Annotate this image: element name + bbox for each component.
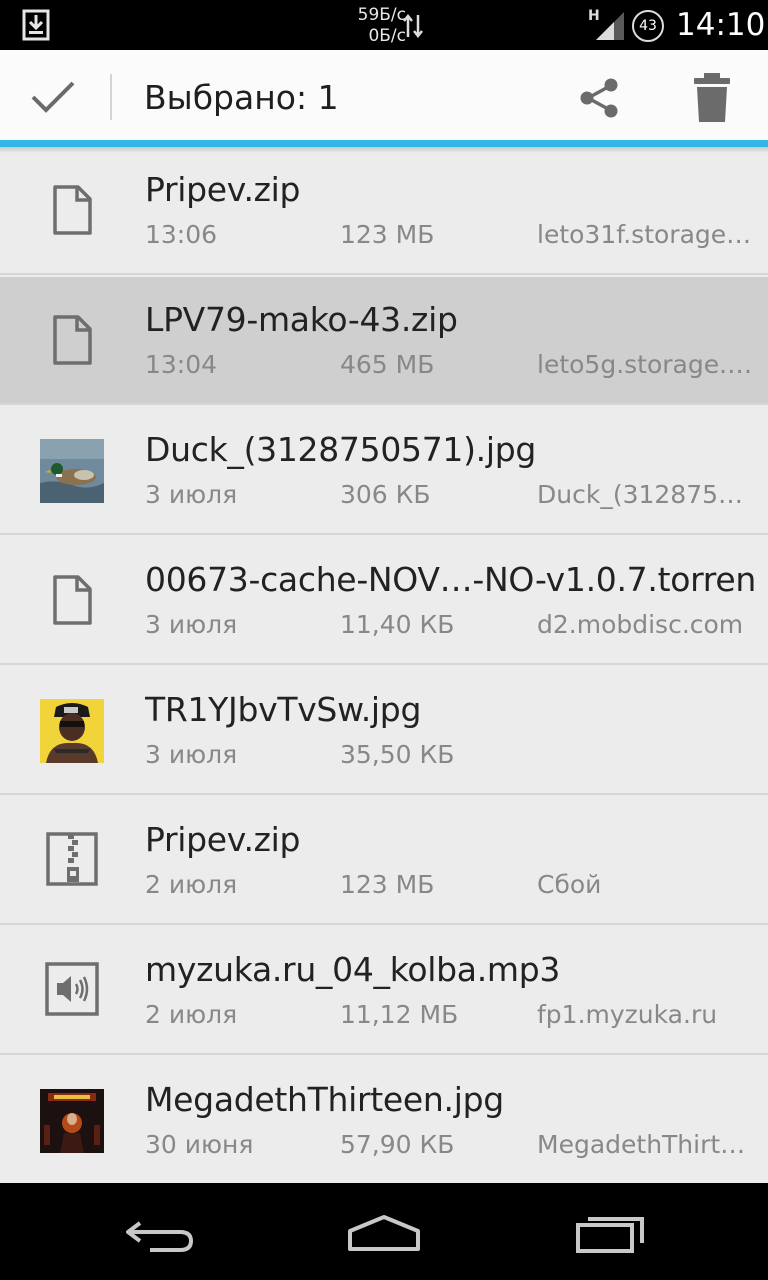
file-size: 11,40 КБ bbox=[340, 610, 455, 639]
file-name: myzuka.ru_04_kolba.mp3 bbox=[145, 950, 561, 989]
audio-icon bbox=[45, 962, 99, 1016]
file-source: MegadethThirt… bbox=[537, 1130, 746, 1159]
archive-icon bbox=[46, 832, 98, 886]
album-thumbnail bbox=[40, 1089, 104, 1153]
list-item[interactable]: Pripev.zip 13:06 123 МБ leto31f.storage… bbox=[0, 147, 768, 275]
divider bbox=[110, 74, 112, 120]
file-source: Duck_(312875… bbox=[537, 480, 744, 509]
file-size: 35,50 КБ bbox=[340, 740, 455, 769]
list-item-selected[interactable]: LPV79-mako-43.zip 13:04 465 МБ leto5g.st… bbox=[0, 277, 768, 405]
download-notification-icon bbox=[22, 9, 50, 41]
file-date: 2 июля bbox=[145, 870, 238, 899]
file-source: leto31f.storage… bbox=[537, 220, 752, 249]
list-item[interactable]: 00673-cache-NOV…-NO-v1.0.7.torrent 3 июл… bbox=[0, 537, 768, 665]
file-date: 2 июля bbox=[145, 1000, 238, 1029]
file-size: 465 МБ bbox=[340, 350, 435, 379]
file-source: fp1.myzuka.ru bbox=[537, 1000, 718, 1029]
trash-icon[interactable] bbox=[684, 70, 740, 126]
file-date: 3 июля bbox=[145, 610, 238, 639]
file-name: 00673-cache-NOV…-NO-v1.0.7.torrent bbox=[145, 560, 755, 599]
battery-indicator: 43 bbox=[632, 10, 664, 42]
selection-count-title: Выбрано: 1 bbox=[144, 78, 339, 117]
home-icon[interactable] bbox=[324, 1197, 444, 1267]
file-name: Duck_(3128750571).jpg bbox=[145, 430, 537, 469]
network-speed: 59Б/с 0Б/с bbox=[336, 5, 406, 47]
file-date: 3 июля bbox=[145, 740, 238, 769]
status-bar: 59Б/с 0Б/с H 43 14:10 bbox=[0, 0, 768, 50]
file-date: 13:06 bbox=[145, 220, 218, 249]
file-date: 30 июня bbox=[145, 1130, 254, 1159]
action-bar-shadow bbox=[0, 147, 768, 153]
file-size: 11,12 МБ bbox=[340, 1000, 459, 1029]
signal-icon bbox=[596, 12, 624, 40]
speed-down: 59Б/с bbox=[357, 5, 406, 25]
duck-thumbnail bbox=[40, 439, 104, 503]
accent-underline bbox=[0, 140, 768, 147]
file-name: TR1YJbvTvSw.jpg bbox=[145, 690, 422, 729]
file-icon bbox=[53, 315, 92, 365]
recent-apps-icon[interactable] bbox=[548, 1197, 668, 1267]
file-date: 3 июля bbox=[145, 480, 238, 509]
list-item[interactable]: MegadethThirteen.jpg 30 июня 57,90 КБ Me… bbox=[0, 1057, 768, 1183]
file-size: 57,90 КБ bbox=[340, 1130, 455, 1159]
file-name: MegadethThirteen.jpg bbox=[145, 1080, 504, 1119]
file-name: Pripev.zip bbox=[145, 820, 301, 859]
list-item[interactable]: TR1YJbvTvSw.jpg 3 июля 35,50 КБ bbox=[0, 667, 768, 795]
file-size: 123 МБ bbox=[340, 220, 435, 249]
file-size: 306 КБ bbox=[340, 480, 431, 509]
file-source: leto5g.storage.… bbox=[537, 350, 752, 379]
back-icon[interactable] bbox=[100, 1197, 220, 1267]
file-name: LPV79-mako-43.zip bbox=[145, 300, 458, 339]
file-icon bbox=[53, 185, 92, 235]
file-size: 123 МБ bbox=[340, 870, 435, 899]
file-source: d2.mobdisc.com bbox=[537, 610, 744, 639]
person-thumbnail bbox=[40, 699, 104, 763]
file-name: Pripev.zip bbox=[145, 170, 301, 209]
list-item[interactable]: myzuka.ru_04_kolba.mp3 2 июля 11,12 МБ f… bbox=[0, 927, 768, 1055]
navigation-bar bbox=[0, 1183, 768, 1280]
clock: 14:10 bbox=[676, 7, 766, 43]
share-icon[interactable] bbox=[572, 70, 628, 126]
download-list[interactable]: Pripev.zip 13:06 123 МБ leto31f.storage…… bbox=[0, 147, 768, 1183]
done-button[interactable] bbox=[0, 50, 106, 142]
speed-up: 0Б/с bbox=[368, 26, 406, 46]
action-bar: Выбрано: 1 bbox=[0, 50, 768, 142]
file-date: 13:04 bbox=[145, 350, 218, 379]
file-source: Сбой bbox=[537, 870, 602, 899]
data-transfer-icon bbox=[403, 13, 423, 39]
list-item[interactable]: Duck_(3128750571).jpg 3 июля 306 КБ Duck… bbox=[0, 407, 768, 535]
file-icon bbox=[53, 575, 92, 625]
check-icon bbox=[31, 81, 75, 113]
list-item[interactable]: Pripev.zip 2 июля 123 МБ Сбой bbox=[0, 797, 768, 925]
